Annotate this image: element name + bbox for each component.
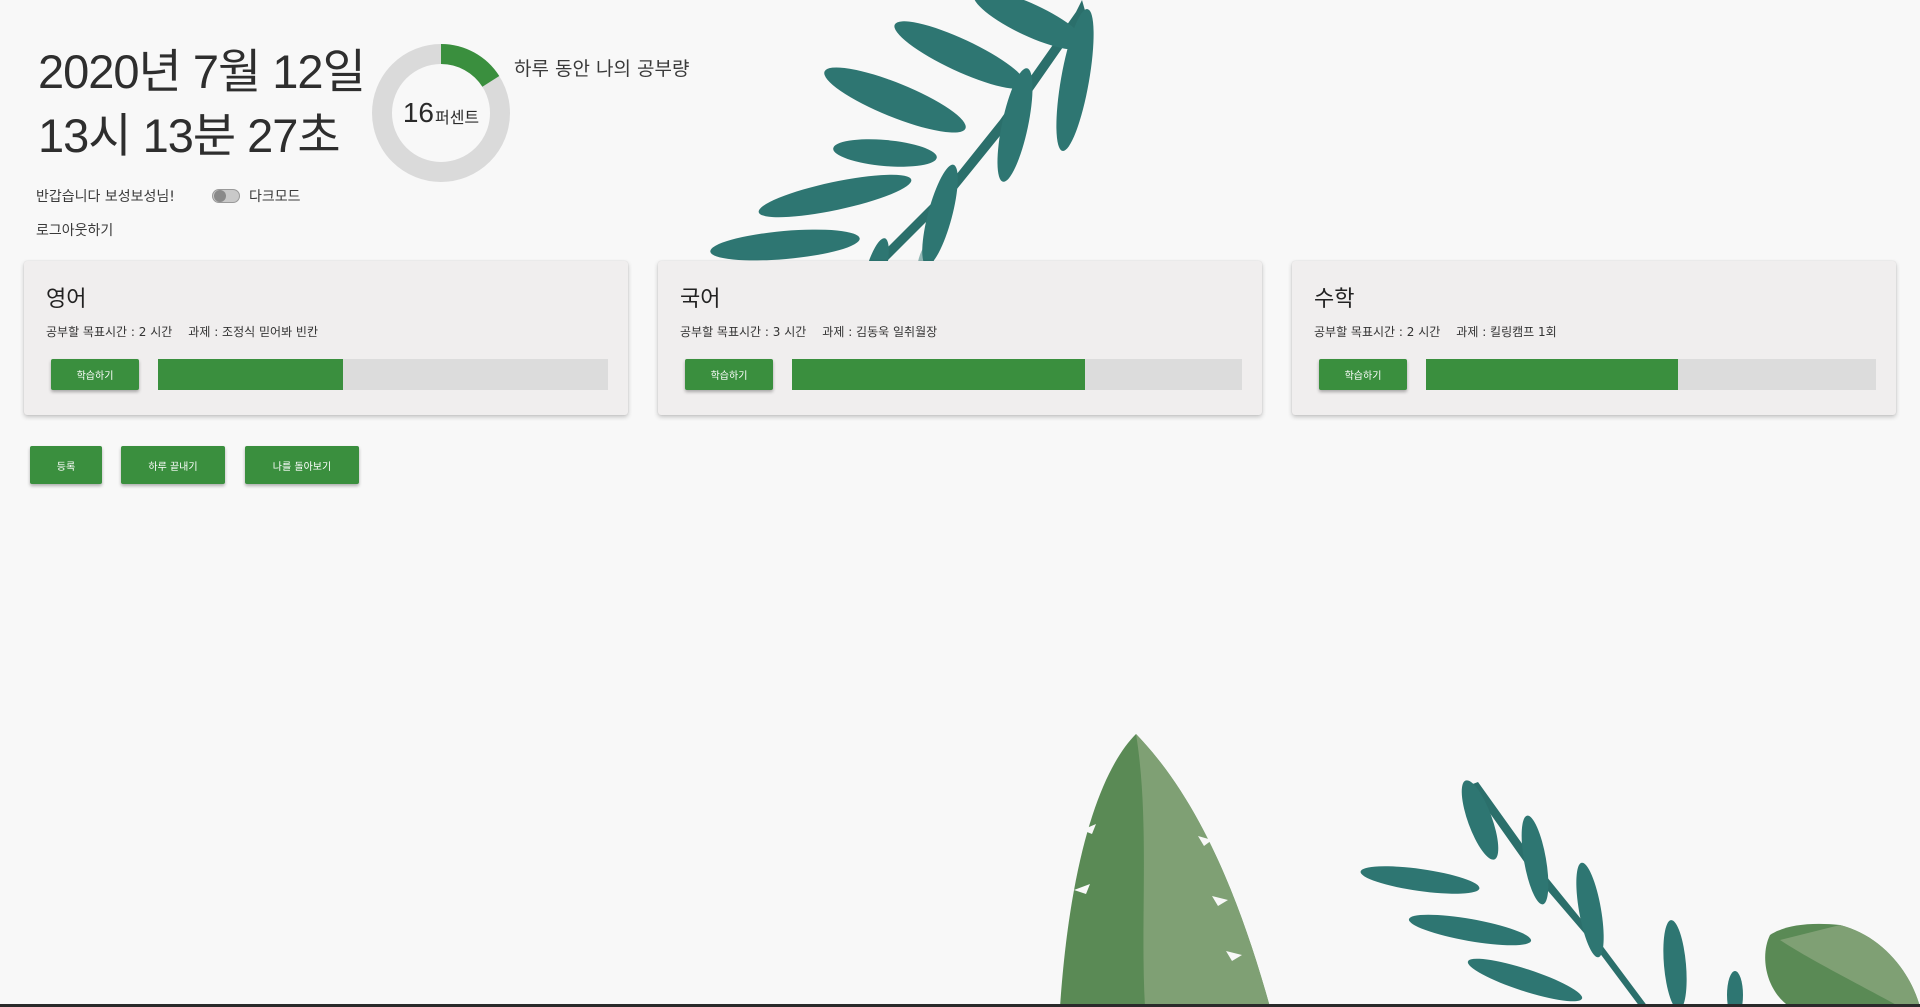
dark-mode-label: 다크모드 xyxy=(249,189,301,205)
subject-progress-bar xyxy=(792,359,1242,390)
donut-center-label: 16 퍼센트 xyxy=(372,44,510,182)
study-button[interactable]: 학습하기 xyxy=(1319,359,1407,390)
subject-progress-bar xyxy=(158,359,608,390)
subject-meta: 공부할 목표시간 : 3 시간 과제 : 김동욱 일취월장 xyxy=(680,323,937,340)
study-button[interactable]: 학습하기 xyxy=(51,359,139,390)
end-day-button[interactable]: 하루 끝내기 xyxy=(121,446,225,484)
subject-card-korean: 국어 공부할 목표시간 : 3 시간 과제 : 김동욱 일취월장 학습하기 xyxy=(658,261,1262,415)
subject-title: 영어 xyxy=(46,287,87,312)
progress-fill xyxy=(1426,359,1678,390)
task-text: 과제 : 킬링캠프 1회 xyxy=(1456,325,1557,339)
review-button[interactable]: 나를 돌아보기 xyxy=(245,446,359,484)
toggle-knob xyxy=(214,190,226,202)
progress-fill xyxy=(158,359,343,390)
bottom-fern-illustration xyxy=(1360,780,1743,1007)
goal-time-text: 공부할 목표시간 : 2 시간 xyxy=(1314,325,1441,339)
subject-meta: 공부할 목표시간 : 2 시간 과제 : 킬링캠프 1회 xyxy=(1314,323,1557,340)
date-text: 2020년 7월 12일 xyxy=(38,45,366,98)
time-text: 13시 13분 27초 xyxy=(38,109,341,162)
register-button[interactable]: 등록 xyxy=(30,446,102,484)
task-text: 과제 : 조정식 믿어봐 빈칸 xyxy=(188,325,318,339)
study-button[interactable]: 학습하기 xyxy=(685,359,773,390)
task-text: 과제 : 김동욱 일취월장 xyxy=(822,325,938,339)
current-datetime: 2020년 7월 12일 13시 13분 27초 xyxy=(38,40,366,168)
donut-percent-value: 16 xyxy=(402,97,434,128)
progress-fill xyxy=(792,359,1085,390)
logout-link[interactable]: 로그아웃하기 xyxy=(36,220,113,240)
donut-percent-unit: 퍼센트 xyxy=(434,110,480,127)
donut-caption: 하루 동안 나의 공부량 xyxy=(514,58,690,80)
goal-time-text: 공부할 목표시간 : 2 시간 xyxy=(46,325,173,339)
dark-mode-toggle[interactable] xyxy=(212,189,240,203)
greeting-text: 반갑습니다 보성보성님! xyxy=(36,189,175,205)
subject-progress-bar xyxy=(1426,359,1876,390)
subject-card-english: 영어 공부할 목표시간 : 2 시간 과제 : 조정식 믿어봐 빈칸 학습하기 xyxy=(24,261,628,415)
subject-title: 국어 xyxy=(680,287,721,312)
subject-card-math: 수학 공부할 목표시간 : 2 시간 과제 : 킬링캠프 1회 학습하기 xyxy=(1292,261,1896,415)
subject-title: 수학 xyxy=(1314,287,1355,312)
subject-meta: 공부할 목표시간 : 2 시간 과제 : 조정식 믿어봐 빈칸 xyxy=(46,323,318,340)
goal-time-text: 공부할 목표시간 : 3 시간 xyxy=(680,325,807,339)
bottom-leaf-illustration xyxy=(1060,734,1270,1007)
daily-progress-donut: 16 퍼센트 xyxy=(372,44,510,182)
bottom-right-leaf-illustration xyxy=(1765,923,1920,1007)
